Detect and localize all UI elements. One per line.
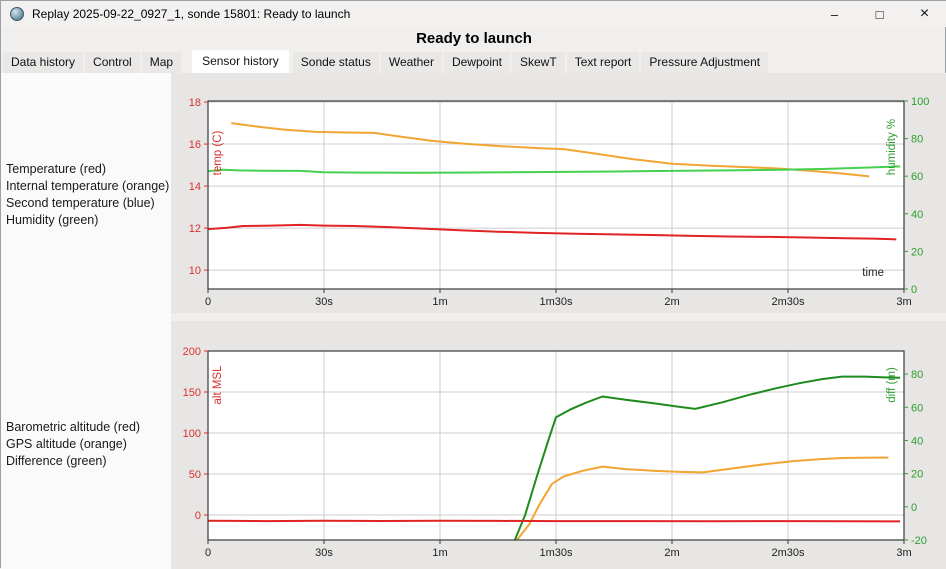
- legend-difference: Difference (green): [6, 454, 107, 468]
- svg-text:0: 0: [195, 510, 201, 522]
- legend-barometric-altitude: Barometric altitude (red): [6, 420, 141, 434]
- y-right-axis-label: diff (m): [886, 367, 898, 403]
- svg-text:50: 50: [189, 469, 201, 481]
- svg-text:40: 40: [911, 209, 923, 221]
- y-left-axis-label: alt MSL: [212, 365, 224, 405]
- svg-text:2m: 2m: [664, 296, 679, 308]
- minimize-button[interactable]: –: [812, 1, 857, 27]
- svg-text:200: 200: [183, 346, 201, 358]
- title-bar: Replay 2025-09-22_0927_1, sonde 15801: R…: [1, 1, 946, 27]
- temperature-humidity-chart: 0 30s 1m 1m30s 2m 2m30s 3m 10 12 14 16 18 0 20 40 60 80 1…: [171, 73, 946, 313]
- sidebar: Temperature (red) Internal temperature (…: [1, 73, 171, 569]
- legend-temperature: Temperature (red): [6, 162, 107, 176]
- svg-text:1m30s: 1m30s: [539, 547, 573, 559]
- tab-control[interactable]: Control: [85, 52, 140, 73]
- y-right-axis-label: humidity %: [886, 119, 898, 175]
- svg-text:150: 150: [183, 387, 201, 399]
- top-chart-legend: Temperature (red) Internal temperature (…: [6, 161, 169, 229]
- legend-second-temperature: Second temperature (blue): [6, 196, 155, 210]
- tab-text-report[interactable]: Text report: [566, 52, 640, 73]
- tab-weather[interactable]: Weather: [380, 52, 442, 73]
- svg-text:60: 60: [911, 171, 923, 183]
- svg-text:3m: 3m: [896, 547, 911, 559]
- svg-text:14: 14: [189, 181, 201, 193]
- window-controls: – □ ×: [812, 1, 946, 27]
- legend-internal-temperature: Internal temperature (orange): [6, 179, 170, 193]
- legend-humidity: Humidity (green): [6, 213, 99, 227]
- tab-dewpoint[interactable]: Dewpoint: [443, 52, 510, 73]
- svg-text:1m: 1m: [432, 547, 447, 559]
- svg-text:12: 12: [189, 223, 201, 235]
- svg-text:18: 18: [189, 97, 201, 109]
- svg-text:1m: 1m: [432, 296, 447, 308]
- svg-text:2m30s: 2m30s: [771, 547, 805, 559]
- tab-map[interactable]: Map: [141, 52, 182, 73]
- svg-text:0: 0: [911, 502, 917, 514]
- window-title: Replay 2025-09-22_0927_1, sonde 15801: R…: [32, 7, 351, 21]
- svg-text:1m30s: 1m30s: [539, 296, 573, 308]
- svg-text:-20: -20: [911, 535, 927, 547]
- tab-pressure-adjustment[interactable]: Pressure Adjustment: [641, 52, 769, 73]
- legend-gps-altitude: GPS altitude (orange): [6, 437, 127, 451]
- svg-text:40: 40: [911, 435, 923, 447]
- svg-text:80: 80: [911, 134, 923, 146]
- app-window: { "window": { "title": "Replay 2025-09-2…: [0, 0, 946, 569]
- svg-text:60: 60: [911, 402, 923, 414]
- svg-text:20: 20: [911, 469, 923, 481]
- altitude-chart: 0 30s 1m 1m30s 2m 2m30s 3m 0 50 100 150 200 -20 0 20 40…: [171, 321, 946, 569]
- x-axis-label: time: [862, 267, 884, 279]
- tab-data-history[interactable]: Data history: [3, 52, 84, 73]
- bottom-chart-legend: Barometric altitude (red) GPS altitude (…: [6, 419, 140, 470]
- tab-sonde-status[interactable]: Sonde status: [292, 52, 379, 73]
- svg-text:0: 0: [911, 284, 917, 296]
- tab-sensor-history[interactable]: Sensor history: [192, 50, 289, 73]
- svg-text:2m: 2m: [664, 547, 679, 559]
- maximize-button[interactable]: □: [857, 1, 902, 27]
- app-icon: [10, 7, 24, 21]
- svg-text:80: 80: [911, 369, 923, 381]
- svg-text:30s: 30s: [315, 296, 333, 308]
- svg-text:20: 20: [911, 246, 923, 258]
- status-heading: Ready to launch: [416, 30, 532, 47]
- svg-text:0: 0: [205, 296, 211, 308]
- svg-text:100: 100: [911, 96, 929, 108]
- svg-text:30s: 30s: [315, 547, 333, 559]
- tab-bar: Data history Control Map Sensor history Sond…: [3, 50, 946, 73]
- svg-text:2m30s: 2m30s: [771, 296, 805, 308]
- tab-skewt[interactable]: SkewT: [512, 52, 565, 73]
- svg-text:16: 16: [189, 139, 201, 151]
- svg-text:0: 0: [205, 547, 211, 559]
- svg-text:3m: 3m: [896, 296, 911, 308]
- chart-region: 0 30s 1m 1m30s 2m 2m30s 3m 10 12 14 16 18 0 20 40 60 80 1…: [171, 73, 946, 569]
- svg-text:10: 10: [189, 265, 201, 277]
- close-button[interactable]: ×: [902, 1, 946, 27]
- svg-text:100: 100: [183, 428, 201, 440]
- y-left-axis-label: temp (C): [212, 130, 224, 175]
- barometric-altitude-line: [208, 519, 901, 523]
